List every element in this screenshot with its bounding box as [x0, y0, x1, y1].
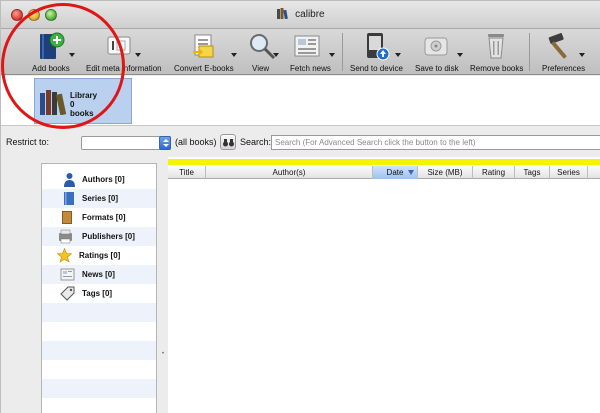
save-to-disk-button[interactable]: Save to disk [413, 31, 463, 73]
edit-metadata-label: Edit meta information [86, 64, 162, 73]
tag-browser-item-authors[interactable]: Authors [0] [42, 170, 156, 189]
library-books-icon [40, 90, 67, 115]
tag-browser-item-label: Publishers [0] [82, 232, 135, 241]
search-input[interactable] [271, 135, 600, 150]
preferences-hammer-icon [548, 33, 567, 59]
remove-books-label: Remove books [470, 64, 524, 73]
window-title-wrap: calibre [1, 8, 600, 20]
calibre-logo-icon [277, 8, 289, 19]
binoculars-icon [223, 139, 234, 147]
column-header-series[interactable]: Series [550, 166, 588, 179]
add-books-button[interactable]: Add books [31, 31, 75, 73]
library-title: Library [70, 91, 98, 100]
column-header-authors[interactable]: Author(s) [206, 166, 373, 179]
pane-splitter-handle[interactable]: • [162, 351, 165, 357]
column-header-title[interactable]: Title [168, 166, 206, 179]
convert-ebooks-button[interactable]: Convert E-books [171, 31, 237, 73]
tag-browser-item-label: Tags [0] [82, 289, 113, 298]
empty-row [42, 360, 156, 379]
empty-row [42, 341, 156, 360]
remove-books-button[interactable]: Remove books [469, 31, 525, 73]
empty-row [42, 379, 156, 398]
view-button[interactable]: View [245, 31, 279, 73]
person-icon [64, 173, 75, 187]
column-header-date[interactable]: Date [373, 166, 418, 179]
news-icon [60, 268, 75, 281]
title-bar: calibre [1, 1, 600, 29]
window-title: calibre [295, 9, 325, 20]
convert-ebooks-label: Convert E-books [174, 64, 234, 73]
search-label: Search: [240, 137, 272, 147]
tag-browser: Authors [0] Series [0] Formats [0] Publi… [41, 163, 157, 413]
add-books-dropdown-arrow[interactable] [69, 53, 75, 57]
fetch-news-label: Fetch news [290, 64, 331, 73]
view-label: View [252, 64, 270, 73]
restrict-label: Restrict to: [6, 137, 50, 147]
formats-book-icon [62, 211, 72, 224]
tag-icon [60, 286, 75, 301]
publisher-icon [59, 229, 72, 244]
tag-browser-item-tags[interactable]: Tags [0] [42, 284, 156, 303]
book-list: Title Author(s) Date Size (MB) Rating Ta… [168, 157, 600, 413]
save-to-disk-label: Save to disk [415, 64, 459, 73]
library-count-unit: books [70, 109, 94, 118]
book-list-header: Title Author(s) Date Size (MB) Rating Ta… [168, 166, 600, 179]
tag-browser-item-ratings[interactable]: Ratings [0] [42, 246, 156, 265]
convert-dropdown-arrow[interactable] [231, 53, 237, 57]
all-books-label: (all books) [175, 137, 217, 147]
edit-metadata-dropdown-arrow[interactable] [135, 53, 141, 57]
column-header-date-label: Date [386, 168, 404, 177]
add-books-label: Add books [32, 64, 70, 73]
toolbar-separator [342, 33, 343, 71]
filter-bar: Restrict to: (all books) Search: [1, 127, 600, 157]
empty-row [42, 398, 156, 413]
empty-row [42, 303, 156, 322]
add-books-icon [40, 32, 65, 59]
preferences-dropdown-arrow[interactable] [579, 53, 585, 57]
restrict-stepper-icon[interactable] [159, 136, 171, 150]
save-to-disk-icon [424, 37, 448, 56]
sort-descending-icon [408, 170, 414, 175]
edit-metadata-button[interactable]: Edit meta information [83, 31, 163, 73]
view-dropdown-arrow[interactable] [273, 53, 279, 57]
tag-browser-item-formats[interactable]: Formats [0] [42, 208, 156, 227]
fetch-news-dropdown-arrow[interactable] [329, 53, 335, 57]
column-header-rating[interactable]: Rating [473, 166, 515, 179]
main-toolbar: Add books Edit meta information Convert … [1, 29, 600, 75]
send-to-device-button[interactable]: Send to device [347, 31, 407, 73]
save-to-disk-dropdown-arrow[interactable] [457, 53, 463, 57]
tag-browser-item-label: Ratings [0] [79, 251, 121, 260]
column-header-tags[interactable]: Tags [515, 166, 550, 179]
trash-icon [488, 34, 504, 59]
preferences-label: Preferences [542, 64, 586, 73]
tag-browser-item-label: Authors [0] [82, 175, 125, 184]
send-to-device-label: Send to device [350, 64, 403, 73]
convert-icon [193, 34, 214, 58]
tag-browser-item-label: Series [0] [82, 194, 119, 203]
send-to-device-dropdown-arrow[interactable] [395, 53, 401, 57]
search-highlight-bar [168, 159, 600, 165]
empty-row [42, 322, 156, 341]
tag-browser-item-news[interactable]: News [0] [42, 265, 156, 284]
edit-metadata-icon [107, 36, 131, 55]
library-info: Library 0 books [70, 91, 97, 118]
tag-browser-item-label: Formats [0] [82, 213, 126, 222]
series-book-icon [64, 192, 74, 205]
fetch-news-button[interactable]: Fetch news [287, 31, 337, 73]
library-count: 0 [70, 100, 75, 109]
tag-browser-item-label: News [0] [82, 270, 115, 279]
advanced-search-button[interactable] [220, 134, 236, 150]
preferences-button[interactable]: Preferences [539, 31, 585, 73]
restrict-select[interactable] [81, 136, 171, 150]
tag-browser-item-publishers[interactable]: Publishers [0] [42, 227, 156, 246]
library-card[interactable]: Library 0 books [34, 78, 132, 124]
star-icon [57, 248, 72, 263]
toolbar-separator [529, 33, 530, 71]
column-header-size[interactable]: Size (MB) [418, 166, 473, 179]
fetch-news-icon [294, 35, 320, 57]
tag-browser-item-series[interactable]: Series [0] [42, 189, 156, 208]
calibre-window: calibre Add books Edit meta information … [0, 0, 600, 413]
send-to-device-icon [367, 33, 390, 61]
